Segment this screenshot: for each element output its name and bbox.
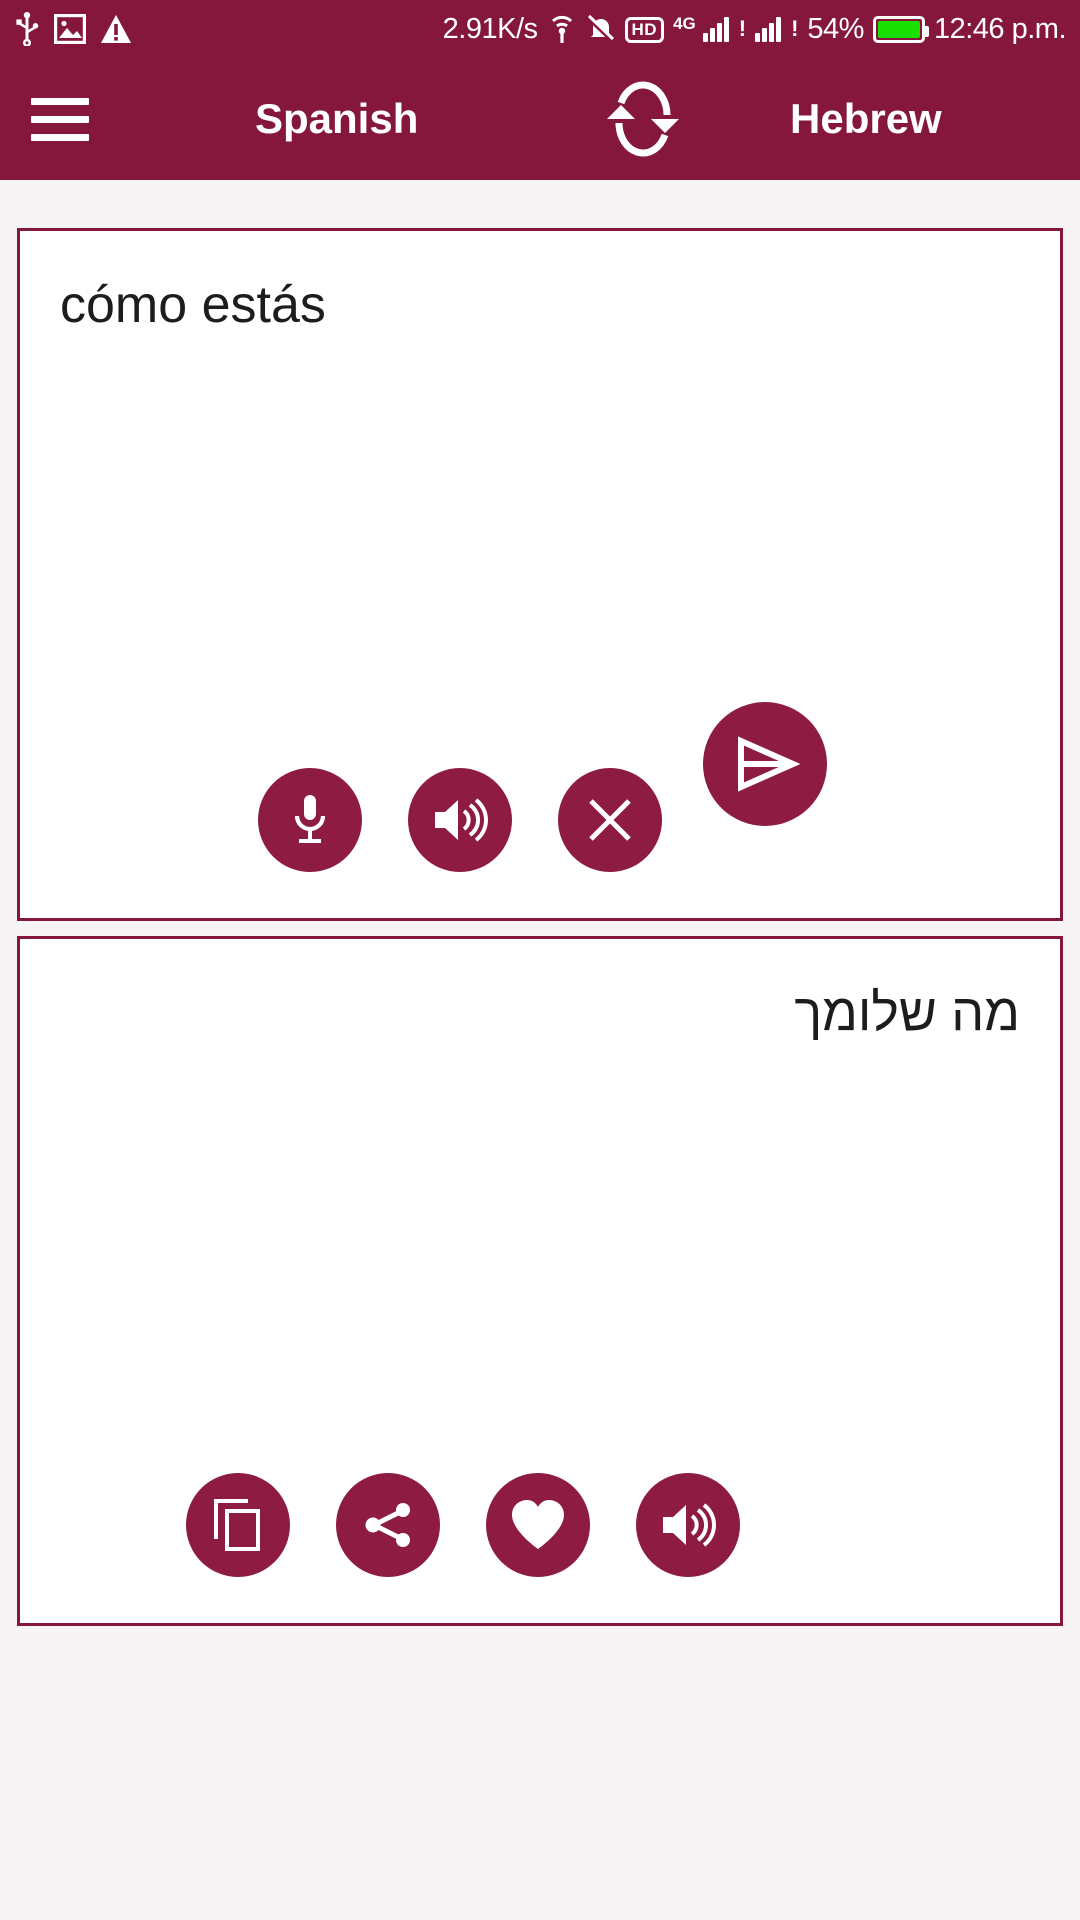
translate-send-button[interactable] (703, 702, 827, 826)
source-text-card: cómo estás (17, 228, 1063, 921)
copy-icon (212, 1497, 264, 1553)
hotspot-icon (547, 13, 577, 45)
send-icon (727, 729, 803, 799)
target-language-button[interactable]: Hebrew (790, 95, 942, 143)
signal-bars-sim2-icon (755, 16, 782, 42)
app-bar: Spanish Hebrew (0, 58, 1080, 180)
target-actions-row (20, 1473, 1060, 1577)
close-icon (584, 794, 636, 846)
warning-icon (100, 14, 132, 44)
swap-languages-icon[interactable] (595, 73, 691, 165)
speak-target-button[interactable] (636, 1473, 740, 1577)
hd-badge: HD (624, 17, 665, 43)
usb-icon (14, 12, 40, 46)
share-button[interactable] (336, 1473, 440, 1577)
clear-text-button[interactable] (558, 768, 662, 872)
sim2-alert-label: ! (791, 16, 799, 41)
hamburger-menu-icon[interactable] (0, 97, 120, 141)
battery-percent-label: 54% (807, 12, 864, 45)
share-icon (365, 1503, 410, 1547)
target-text-output: מה שלומך (794, 984, 1020, 1042)
target-text-card: מה שלומך (17, 936, 1063, 1626)
speaker-icon (431, 795, 489, 845)
source-text-input[interactable]: cómo estás (60, 273, 1020, 338)
source-language-button[interactable]: Spanish (255, 95, 418, 143)
status-bar-left-icons (14, 12, 132, 46)
network-type-label: 4G (673, 14, 696, 33)
copy-button[interactable] (186, 1473, 290, 1577)
clock-label: 12:46 p.m. (933, 12, 1067, 45)
bell-muted-icon (586, 14, 616, 44)
network-speed-label: 2.91K/s (442, 12, 538, 45)
app-root: 2.91K/s HD 4G ! ! 54% 12:46 p.m. Spanish… (0, 0, 1080, 1920)
microphone-button[interactable] (258, 768, 362, 872)
speak-source-button[interactable] (408, 768, 512, 872)
heart-icon (512, 1500, 564, 1549)
status-bar: 2.91K/s HD 4G ! ! 54% 12:46 p.m. (0, 0, 1080, 58)
battery-icon (872, 15, 929, 43)
status-bar-right-group: 2.91K/s HD 4G ! ! 54% 12:46 p.m. (442, 12, 1067, 46)
microphone-icon (287, 792, 333, 848)
image-icon (54, 14, 86, 44)
signal-bars-sim1-icon (702, 16, 729, 42)
sim1-alert-label: ! (738, 16, 747, 41)
source-actions-row (20, 768, 1060, 872)
speaker-icon (659, 1500, 717, 1550)
favorite-button[interactable] (486, 1473, 590, 1577)
